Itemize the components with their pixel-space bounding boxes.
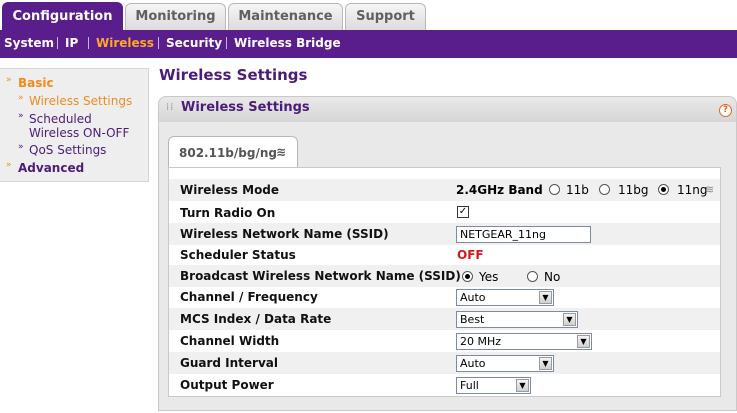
label-turn-radio-on: Turn Radio On [180,206,276,220]
label-ssid: Wireless Network Name (SSID) [180,227,389,241]
tab-support[interactable]: Support [345,3,426,30]
row-broadcast-ssid: Broadcast Wireless Network Name (SSID) Y… [169,265,720,287]
band-label: 2.4GHz Band [456,183,543,197]
radio-11ng-label: 11ng [677,183,708,197]
row-wireless-mode: Wireless Mode 2.4GHz Band 11b 11bg 11ng … [169,179,720,201]
menu-scheduled-wireless[interactable]: Scheduled Wireless ON-OFF [29,112,144,140]
channel-select-value: Auto [460,291,486,304]
row-channel-width: Channel Width 20 MHz ▼ [169,330,720,352]
subnav-divider [226,37,227,49]
chevron-down-icon: ▼ [577,335,590,348]
label-mcs: MCS Index / Data Rate [180,312,332,326]
output-power-select-value: Full [460,379,479,392]
row-ssid: Wireless Network Name (SSID) NETGEAR_11n… [169,223,720,245]
row-turn-radio-on: Turn Radio On ✓ [169,202,720,224]
output-power-select[interactable]: Full ▼ [456,377,531,394]
subnav-system[interactable]: System [4,30,54,56]
radio-11b-label: 11b [566,183,589,197]
drag-grip-icon: ⁞⁞ [166,102,175,113]
radio-11ng[interactable] [658,184,669,195]
tab-monitoring[interactable]: Monitoring [125,3,226,30]
row-output-power: Output Power Full ▼ [169,374,720,396]
label-output-power: Output Power [180,378,274,392]
menu-basic[interactable]: Basic [18,76,54,90]
scheduler-status-value: OFF [457,248,484,262]
radio-broadcast-no-label: No [544,270,561,284]
wifi-icon: ≋ [705,183,715,196]
tab-802-11bgng[interactable]: 802.11b/bg/ng ≋ [168,136,298,169]
chevron-right-icon: » [6,160,12,170]
label-channel-width: Channel Width [180,334,280,348]
tab-maintenance[interactable]: Maintenance [228,3,343,30]
chevron-right-icon: » [18,93,24,103]
subnav-ip[interactable]: IP [65,30,78,56]
ssid-input[interactable]: NETGEAR_11ng [456,226,591,243]
label-guard-interval: Guard Interval [180,356,279,370]
panel-header: ⁞⁞ Wireless Settings ? [158,96,737,124]
guard-interval-select[interactable]: Auto ▼ [456,355,554,372]
row-mcs: MCS Index / Data Rate Best ▼ [169,308,720,330]
chevron-right-icon: » [18,111,24,121]
subnav-divider [158,37,159,49]
menu-qos-settings[interactable]: QoS Settings [29,143,106,157]
checkbox-turn-radio-on[interactable]: ✓ [457,206,469,218]
subnav-divider [57,37,58,49]
expand-arrow-icon: » [6,75,12,85]
page-title: Wireless Settings [159,66,308,84]
label-broadcast-ssid: Broadcast Wireless Network Name (SSID) [180,269,461,283]
channel-width-select-value: 20 MHz [460,335,502,348]
radio-11bg[interactable] [599,184,610,195]
row-guard-interval: Guard Interval Auto ▼ [169,352,720,374]
subnav-divider [88,37,89,49]
tab-configuration[interactable]: Configuration [2,2,123,31]
label-scheduler-status: Scheduler Status [180,248,296,262]
subnav-wireless-bridge[interactable]: Wireless Bridge [234,30,341,56]
subnav-wireless[interactable]: Wireless [96,30,154,56]
left-menu: » Basic » Wireless Settings » Scheduled … [0,68,149,182]
panel-title: Wireless Settings [181,100,310,115]
sub-navigation: System IP Wireless Security Wireless Bri… [0,30,737,58]
label-channel: Channel / Frequency [180,290,318,304]
chevron-down-icon: ▼ [539,291,552,304]
row-scheduler-status: Scheduler Status OFF [169,244,720,266]
channel-select[interactable]: Auto ▼ [456,289,554,306]
mcs-select[interactable]: Best ▼ [456,311,578,328]
settings-form: Wireless Mode 2.4GHz Band 11b 11bg 11ng … [168,167,721,397]
radio-11b[interactable] [549,184,560,195]
top-tab-bar: Configuration Monitoring Maintenance Sup… [0,0,737,31]
menu-advanced[interactable]: Advanced [18,161,84,175]
guard-interval-select-value: Auto [460,357,486,370]
help-icon[interactable]: ? [719,104,732,117]
chevron-right-icon: » [18,142,24,152]
chevron-down-icon: ▼ [516,379,529,392]
chevron-down-icon: ▼ [539,357,552,370]
menu-wireless-settings[interactable]: Wireless Settings [29,94,132,108]
radio-11bg-label: 11bg [618,183,649,197]
mcs-select-value: Best [460,313,485,326]
radio-broadcast-yes[interactable] [462,271,473,282]
radio-broadcast-yes-label: Yes [479,270,499,284]
label-wireless-mode: Wireless Mode [180,183,280,197]
mode-tab-label: 802.11b/bg/ng [179,146,277,160]
chevron-down-icon: ▼ [563,313,576,326]
radio-broadcast-no[interactable] [527,271,538,282]
channel-width-select[interactable]: 20 MHz ▼ [456,333,592,350]
row-channel: Channel / Frequency Auto ▼ [169,286,720,308]
wifi-icon: ≋ [276,145,287,159]
subnav-security[interactable]: Security [166,30,222,56]
